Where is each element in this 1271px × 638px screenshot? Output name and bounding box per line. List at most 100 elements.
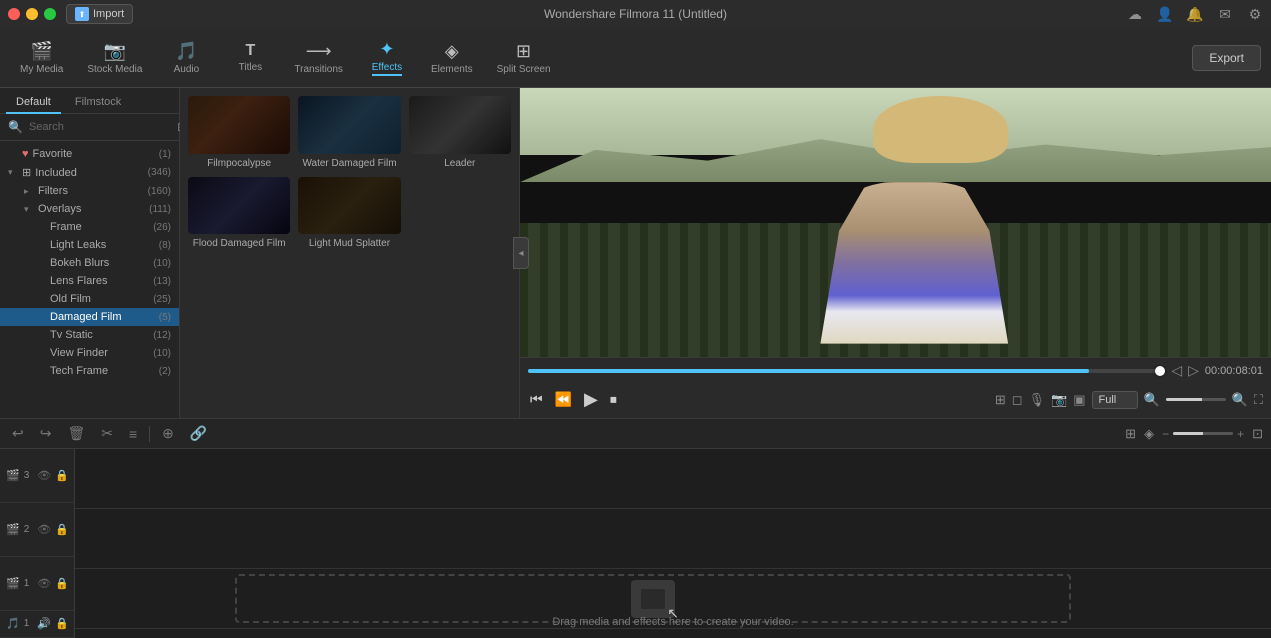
step-back-button[interactable]: ⏪ <box>553 389 574 410</box>
mic-icon[interactable]: 🎙 <box>1029 392 1046 408</box>
next-icon[interactable]: ▷ <box>1188 362 1199 379</box>
tree-item-frame[interactable]: Frame (26) <box>0 218 179 236</box>
add-track-icon[interactable]: ⊕ <box>158 423 178 444</box>
progress-bar[interactable] <box>528 369 1165 373</box>
video-track-icon-3: 🎬 <box>6 469 20 482</box>
tree-item-light-leaks[interactable]: Light Leaks (8) <box>0 236 179 254</box>
zoom-out-timeline[interactable]: − <box>1162 427 1169 441</box>
timeline-pip-icon[interactable]: ◈ <box>1144 426 1154 442</box>
close-button[interactable] <box>8 8 20 20</box>
track-eye-3[interactable]: 👁 <box>37 469 51 482</box>
settings-icon[interactable]: ⚙ <box>1247 6 1263 22</box>
tree-item-lens-flares[interactable]: Lens Flares (13) <box>0 272 179 290</box>
snapshot-icon[interactable]: 📷 <box>1051 392 1067 408</box>
import-button[interactable]: ⬆ Import <box>66 4 133 24</box>
notification-icon[interactable]: 🔔 <box>1187 6 1203 22</box>
effect-light-mud[interactable]: Light Mud Splatter <box>298 177 400 250</box>
pip-icon[interactable]: ▣ <box>1073 392 1085 408</box>
audio-track-lock[interactable]: 🔒 <box>55 617 69 630</box>
play-button[interactable]: ▶ <box>582 387 600 412</box>
leader-label: Leader <box>409 158 511 169</box>
progress-bar-row: ◁ ▷ 00:00:08:01 <box>520 358 1271 383</box>
tree-item-tech-frame[interactable]: Tech Frame (2) <box>0 362 179 380</box>
quality-select[interactable]: Full <box>1092 391 1138 409</box>
stock-media-label: Stock Media <box>87 64 142 75</box>
figure-back <box>820 182 1008 343</box>
tree-item-favorite[interactable]: ♥ Favorite (1) <box>0 145 179 163</box>
content-panel: Filmpocalypse Water Damaged Film Leader <box>180 88 520 418</box>
track-lock-3[interactable]: 🔒 <box>55 469 69 482</box>
track-eye-1[interactable]: 👁 <box>37 577 51 590</box>
redo-icon[interactable]: ↪ <box>36 423 56 444</box>
track-lock-1[interactable]: 🔒 <box>55 577 69 590</box>
effects-icon: ✦ <box>379 39 394 60</box>
more-icon[interactable]: ≡ <box>125 424 141 444</box>
tree-item-bokeh-blurs[interactable]: Bokeh Blurs (10) <box>0 254 179 272</box>
minimize-button[interactable] <box>26 8 38 20</box>
tool-audio[interactable]: 🎵 Audio <box>156 37 216 79</box>
tool-my-media[interactable]: 🎬 My Media <box>10 37 73 79</box>
filmpocalypse-label: Filmpocalypse <box>188 158 290 169</box>
fit-timeline-icon[interactable]: ⊡ <box>1252 426 1263 442</box>
zoom-in-timeline[interactable]: + <box>1237 427 1244 441</box>
effect-flood-damaged[interactable]: Flood Damaged Film <box>188 177 290 250</box>
effect-leader[interactable]: Leader <box>409 96 511 169</box>
tool-elements[interactable]: ◈ Elements <box>421 37 483 79</box>
right-controls: ⊞ ◻ 🎙 📷 ▣ Full 🔍 🔍 ⛶ <box>995 391 1263 409</box>
fullscreen-icon[interactable]: ⛶ <box>1254 392 1263 408</box>
tree-item-view-finder[interactable]: View Finder (10) <box>0 344 179 362</box>
tree-item-tv-static[interactable]: Tv Static (12) <box>0 326 179 344</box>
undo-icon[interactable]: ↩ <box>8 423 28 444</box>
progress-thumb <box>1155 366 1165 376</box>
prev-icon[interactable]: ◁ <box>1171 362 1182 379</box>
volume-slider[interactable] <box>1166 398 1226 401</box>
tree-item-overlays[interactable]: ▾ Overlays (111) <box>0 200 179 218</box>
link-icon[interactable]: 🔗 <box>186 423 211 444</box>
user-icon[interactable]: 👤 <box>1157 6 1173 22</box>
transitions-label: Transitions <box>294 64 343 75</box>
audio-track-speaker[interactable]: 🔊 <box>37 617 51 630</box>
crop-icon[interactable]: ⊞ <box>995 392 1006 408</box>
zoom-in-icon[interactable]: 🔍 <box>1232 392 1248 408</box>
mail-icon[interactable]: ✉ <box>1217 6 1233 22</box>
tool-effects[interactable]: ✦ Effects <box>357 35 417 80</box>
preview-video <box>520 88 1271 357</box>
stop-button[interactable]: ⏹ <box>608 389 619 410</box>
elements-icon: ◈ <box>445 41 459 62</box>
tree-item-damaged-film[interactable]: Damaged Film (5) <box>0 308 179 326</box>
effect-water-damaged[interactable]: Water Damaged Film <box>298 96 400 169</box>
search-input[interactable] <box>29 121 171 133</box>
fullscreen-button[interactable] <box>44 8 56 20</box>
light-mud-thumbnail <box>298 177 400 235</box>
zoom-controls: − + <box>1162 427 1244 441</box>
titles-label: Titles <box>239 62 263 73</box>
cloud-icon[interactable]: ☁ <box>1127 6 1143 22</box>
collapse-panel-button[interactable]: ◂ <box>513 237 529 269</box>
traffic-lights <box>8 8 56 20</box>
rewind-button[interactable]: ⏮ <box>528 389 545 410</box>
tool-titles[interactable]: T Titles <box>220 38 280 77</box>
timeline-extra-icon[interactable]: ⊞ <box>1125 426 1136 442</box>
search-icon: 🔍 <box>8 120 23 134</box>
figure-hair <box>873 96 1008 163</box>
tree-item-old-film[interactable]: Old Film (25) <box>0 290 179 308</box>
export-button[interactable]: Export <box>1192 45 1261 71</box>
video-frame <box>520 88 1271 357</box>
audio-label: Audio <box>174 64 200 75</box>
tree-item-filters[interactable]: ▸ Filters (160) <box>0 182 179 200</box>
main-toolbar: 🎬 My Media 📷 Stock Media 🎵 Audio T Title… <box>0 28 1271 88</box>
tab-default[interactable]: Default <box>6 92 61 114</box>
zoom-slider[interactable] <box>1173 432 1233 435</box>
tool-split-screen[interactable]: ⊞ Split Screen <box>487 37 561 79</box>
tree-item-included[interactable]: ▾ ⊞ Included (346) <box>0 163 179 182</box>
zoom-out-icon[interactable]: 🔍 <box>1144 392 1160 408</box>
tab-filmstock[interactable]: Filmstock <box>65 92 131 114</box>
cut-icon[interactable]: ✂ <box>97 423 117 444</box>
tool-stock-media[interactable]: 📷 Stock Media <box>77 37 152 79</box>
track-lock-2[interactable]: 🔒 <box>55 523 69 536</box>
effect-filmpocalypse[interactable]: Filmpocalypse <box>188 96 290 169</box>
safe-area-icon[interactable]: ◻ <box>1012 392 1023 408</box>
tool-transitions[interactable]: ⟶ Transitions <box>284 37 353 79</box>
delete-icon[interactable]: 🗑 <box>63 423 89 444</box>
track-eye-2[interactable]: 👁 <box>37 523 51 536</box>
